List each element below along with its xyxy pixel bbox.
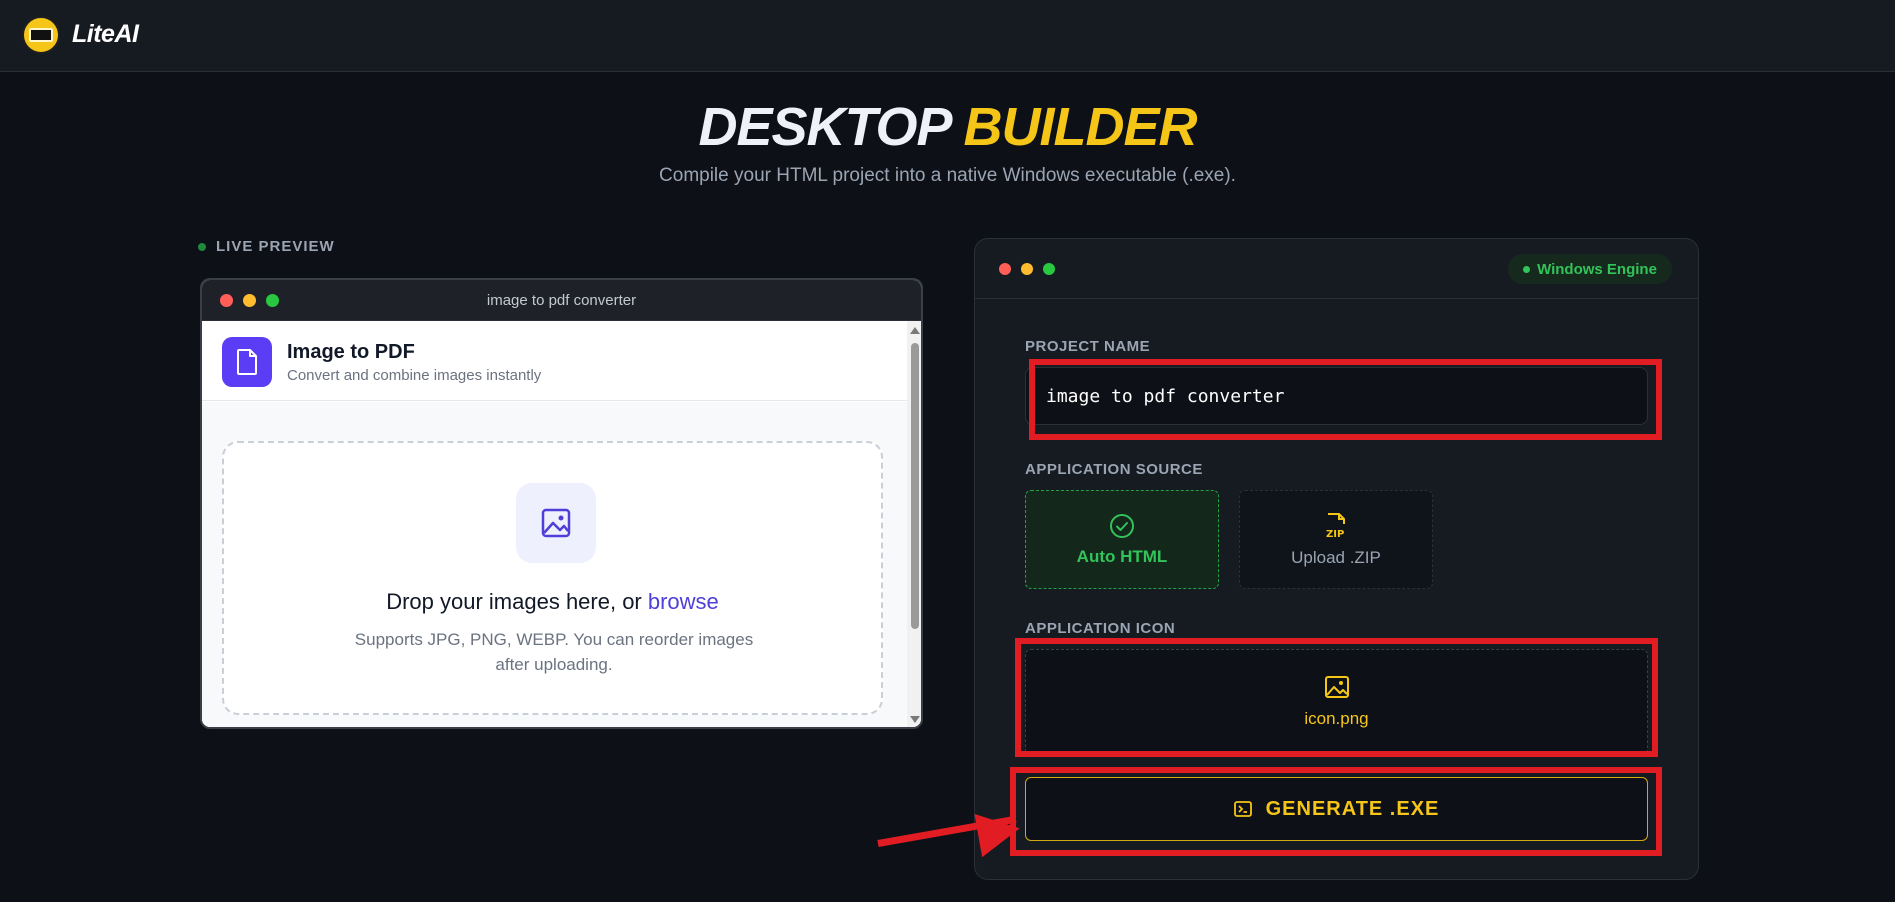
preview-scrollbar[interactable] <box>907 321 921 727</box>
app-name: Image to PDF <box>287 341 415 363</box>
application-icon-label: APPLICATION ICON <box>1025 620 1176 637</box>
check-circle-icon <box>1110 513 1134 538</box>
engine-status-dot-icon <box>1523 265 1531 273</box>
annotation-highlight-icon <box>1015 638 1658 757</box>
drop-title-text: Drop your images here, or <box>386 589 648 614</box>
live-preview-label: LIVE PREVIEW <box>198 238 335 255</box>
annotation-highlight-generate <box>1010 767 1662 856</box>
project-name-label: PROJECT NAME <box>1025 338 1151 355</box>
top-nav: LiteAI <box>0 0 1895 72</box>
scroll-down-icon[interactable] <box>910 716 920 723</box>
minimize-dot-icon <box>1021 263 1033 275</box>
source-option-label: Upload .ZIP <box>1291 547 1381 567</box>
svg-text:ZIP: ZIP <box>1326 529 1344 540</box>
page-subtitle: Compile your HTML project into a native … <box>659 165 1236 186</box>
source-option-label: Auto HTML <box>1076 546 1168 566</box>
zip-file-icon: ZIP <box>1326 512 1345 540</box>
annotation-arrow-head-icon <box>974 806 1024 858</box>
annotation-highlight-project-name <box>1029 359 1662 440</box>
scroll-up-icon[interactable] <box>910 327 920 334</box>
drop-title: Drop your images here, or browse <box>224 589 881 615</box>
maximize-dot-icon <box>1043 263 1055 275</box>
preview-window-title: image to pdf converter <box>486 292 637 309</box>
page-title-builder: BUILDER <box>963 97 1198 157</box>
brand-name[interactable]: LiteAI <box>72 20 139 49</box>
scroll-thumb[interactable] <box>911 343 919 629</box>
app-header: Image to PDF Convert and combine images … <box>202 321 907 401</box>
app-description: Convert and combine images instantly <box>287 367 542 384</box>
page-title-desktop: DESKTOP <box>698 97 950 157</box>
source-option-auto-html[interactable]: Auto HTML <box>1025 490 1219 589</box>
document-icon <box>222 337 272 387</box>
liteai-logo-icon[interactable] <box>22 16 60 54</box>
engine-badge-label: Windows Engine <box>1537 260 1657 278</box>
page-title: DESKTOP BUILDER <box>0 96 1895 158</box>
drop-hint: Supports JPG, PNG, WEBP. You can reorder… <box>354 630 754 674</box>
source-option-upload-zip[interactable]: ZIP Upload .ZIP <box>1239 490 1433 589</box>
engine-badge: Windows Engine <box>1508 254 1672 284</box>
builder-titlebar: Windows Engine <box>975 239 1698 299</box>
image-dropzone[interactable]: Drop your images here, or browse Support… <box>222 441 883 715</box>
live-status-dot-icon <box>198 242 206 251</box>
preview-titlebar: image to pdf converter <box>202 280 921 321</box>
browse-link[interactable]: browse <box>648 589 719 614</box>
image-icon <box>516 483 596 563</box>
close-dot-icon <box>999 263 1011 275</box>
live-preview-text: LIVE PREVIEW <box>216 238 335 255</box>
application-source-label: APPLICATION SOURCE <box>1025 461 1203 478</box>
